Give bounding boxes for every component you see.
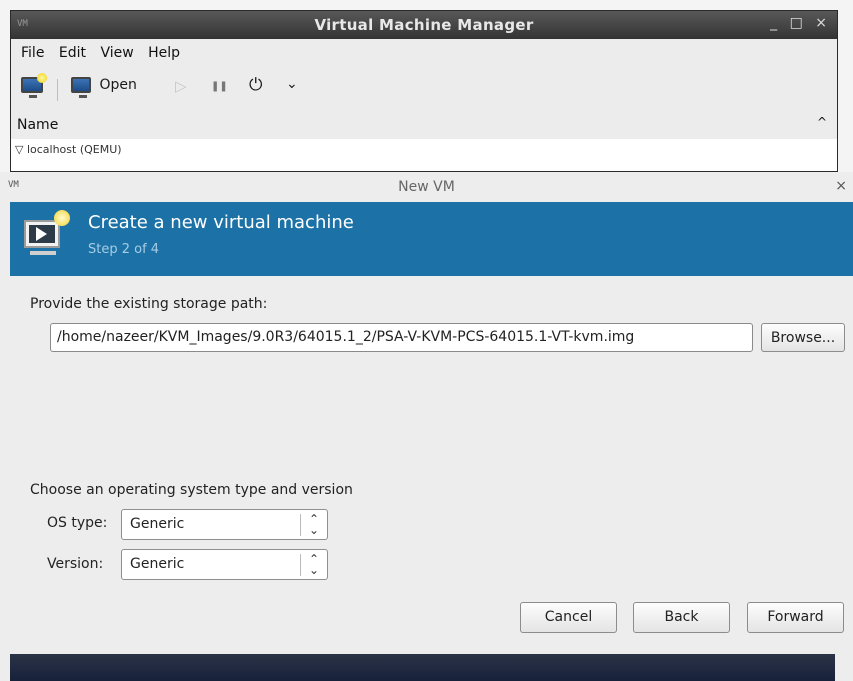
forward-button[interactable]: Forward (747, 602, 844, 633)
menu-edit[interactable]: Edit (59, 45, 86, 61)
window-controls[interactable]: _ □ × (770, 15, 827, 31)
browse-button[interactable]: Browse... (761, 323, 845, 352)
open-button[interactable]: Open (71, 77, 137, 98)
forward-button-label: Forward (767, 609, 824, 625)
power-menu-chevron-icon[interactable]: ⌄ (286, 76, 298, 92)
new-vm-wizard-icon (24, 210, 70, 255)
dialog-titlebar[interactable]: VM New VM × (0, 172, 853, 202)
run-icon[interactable]: ▷ (175, 77, 187, 95)
version-select[interactable]: Generic ⌃ ⌄ (121, 549, 328, 580)
storage-path-value: /home/nazeer/KVM_Images/9.0R3/64015.1_2/… (57, 329, 635, 345)
cancel-button-label: Cancel (544, 609, 593, 625)
wizard-title: Create a new virtual machine (88, 212, 354, 233)
back-button[interactable]: Back (633, 602, 730, 633)
sort-caret-icon: ^ (816, 115, 827, 129)
menu-help[interactable]: Help (148, 45, 180, 61)
vmm-main-window: VM Virtual Machine Manager _ □ × File Ed… (10, 10, 838, 172)
storage-path-label: Provide the existing storage path: (30, 296, 268, 312)
storage-path-input[interactable]: /home/nazeer/KVM_Images/9.0R3/64015.1_2/… (50, 323, 753, 352)
dialog-close-icon[interactable]: × (835, 178, 847, 194)
version-label: Version: (47, 556, 104, 572)
dialog-title: New VM (398, 179, 455, 195)
os-type-label: OS type: (47, 515, 108, 531)
main-titlebar[interactable]: VM Virtual Machine Manager _ □ × (11, 11, 837, 39)
menu-view[interactable]: View (100, 45, 133, 61)
toolbar-separator (57, 79, 58, 101)
os-type-value: Generic (130, 516, 185, 532)
menu-bar: File Edit View Help (11, 39, 837, 67)
new-vm-dialog: VM New VM × Create a new virtual machine… (0, 172, 853, 681)
name-column-header[interactable]: Name (17, 117, 58, 133)
wizard-step: Step 2 of 4 (88, 242, 160, 257)
os-type-select[interactable]: Generic ⌃ ⌄ (121, 509, 328, 540)
pause-icon[interactable]: ❚❚ (211, 81, 228, 92)
main-toolbar: Open ▷ ❚❚ ⏻ ⌄ (11, 67, 837, 114)
spinner-icon: ⌃ ⌄ (308, 512, 319, 537)
main-window-title: Virtual Machine Manager (314, 16, 534, 34)
new-vm-button[interactable] (21, 73, 47, 98)
connection-label: ▽ localhost (QEMU) (15, 143, 122, 156)
new-vm-icon (21, 73, 47, 98)
version-value: Generic (130, 556, 185, 572)
desktop-strip (10, 654, 835, 681)
power-icon[interactable]: ⏻ (249, 75, 262, 95)
vm-list-header[interactable]: Name ^ (11, 113, 837, 140)
open-button-label: Open (99, 77, 137, 93)
menu-file[interactable]: File (21, 45, 44, 61)
os-section-label: Choose an operating system type and vers… (30, 482, 353, 498)
cancel-button[interactable]: Cancel (520, 602, 617, 633)
browse-button-label: Browse... (770, 330, 836, 346)
wizard-banner: Create a new virtual machine Step 2 of 4 (10, 202, 853, 276)
connection-row[interactable]: ▽ localhost (QEMU) (11, 139, 837, 171)
monitor-icon (71, 77, 91, 98)
spinner-icon: ⌃ ⌄ (308, 552, 319, 577)
back-button-label: Back (664, 609, 699, 625)
